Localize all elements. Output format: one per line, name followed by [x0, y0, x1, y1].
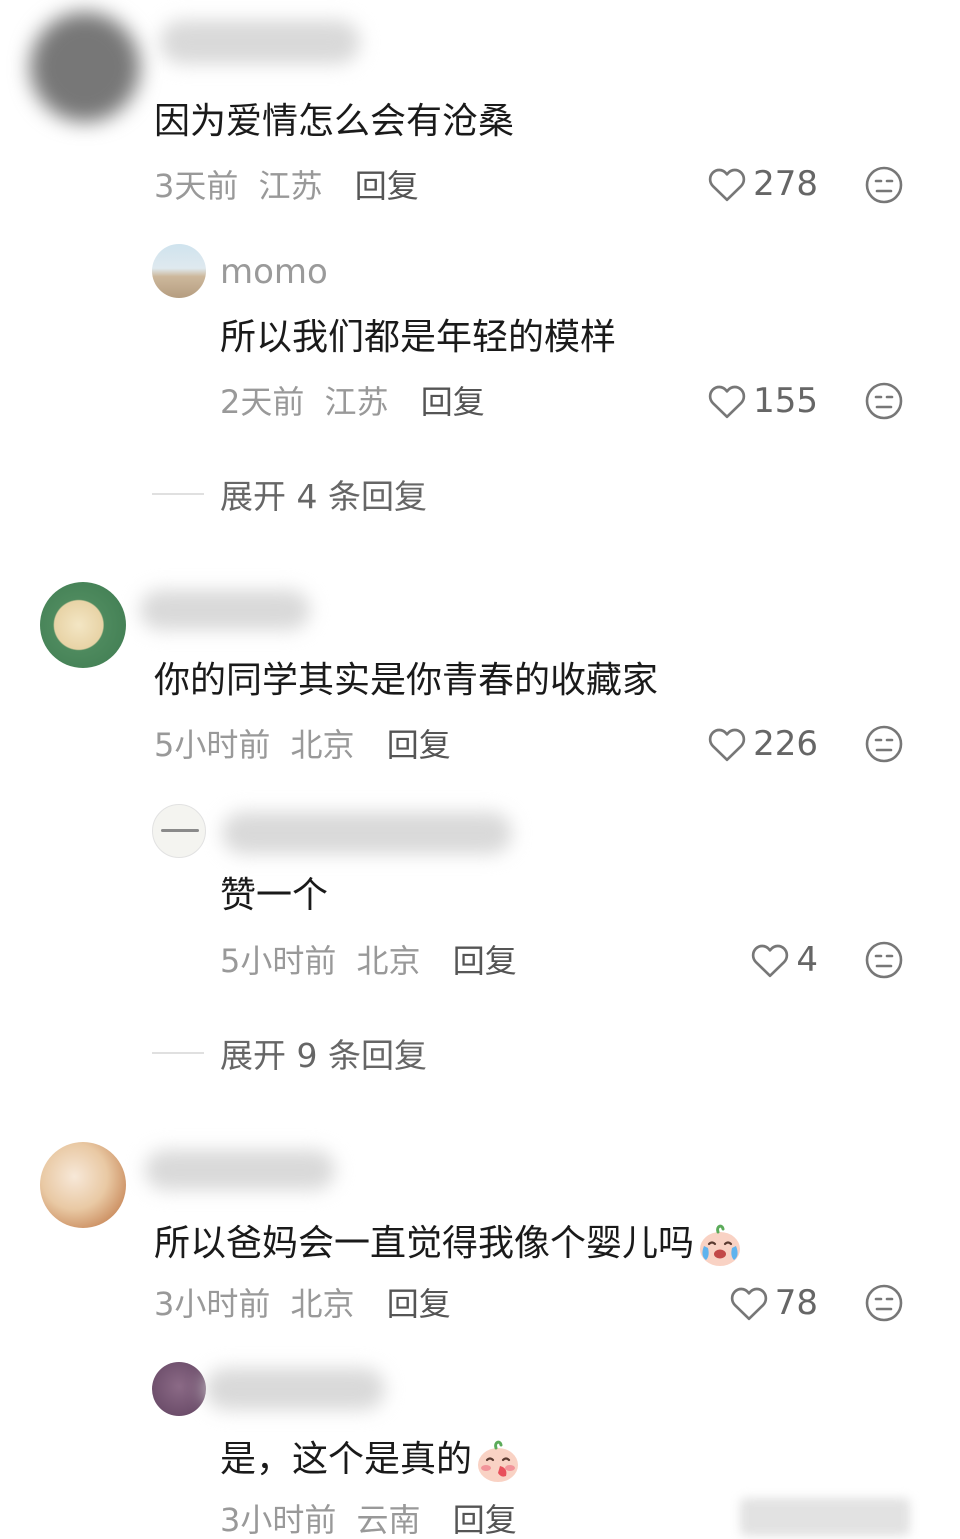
comment-text: 你的同学其实是你青春的收藏家	[154, 660, 659, 701]
reply-avatar[interactable]	[152, 1362, 206, 1416]
divider	[152, 1052, 204, 1054]
crying-baby-emoji	[700, 1224, 741, 1266]
comment-meta: 5小时前 北京 回复	[154, 729, 451, 761]
avatar-scribble	[161, 829, 199, 832]
reply-time: 2天前	[220, 383, 305, 421]
like-count: 155	[753, 381, 818, 421]
like-count: 4	[796, 940, 818, 980]
avatar[interactable]	[40, 582, 126, 668]
blushing-baby-emoji	[478, 1440, 519, 1482]
reply-button[interactable]: 回复	[387, 726, 451, 764]
like-button[interactable]: 155	[678, 381, 818, 421]
username-blurred[interactable]	[205, 1368, 385, 1410]
comment-text: 因为爱情怎么会有沧桑	[154, 101, 515, 142]
reply-button[interactable]: 回复	[453, 1501, 517, 1539]
comment-location: 北京	[290, 1285, 355, 1323]
comment-time: 3小时前	[154, 1285, 271, 1323]
reply-button[interactable]: 回复	[355, 167, 419, 205]
watermark-logo	[740, 1498, 910, 1536]
comment-text: 所以爸妈会一直觉得我像个婴儿吗	[154, 1222, 744, 1268]
reply-avatar[interactable]	[152, 244, 206, 298]
reply-location: 北京	[356, 942, 421, 980]
reply-text: 是，这个是真的	[220, 1438, 522, 1484]
like-button[interactable]: 278	[678, 164, 818, 204]
neutral-face-icon[interactable]	[864, 381, 904, 421]
reply-button[interactable]: 回复	[453, 942, 517, 980]
comment-time: 5小时前	[154, 726, 271, 764]
like-count: 226	[753, 724, 818, 764]
reply-time: 3小时前	[220, 1501, 337, 1539]
reply-meta: 3小时前 云南 回复	[220, 1504, 517, 1536]
expand-replies-button[interactable]: 展开 4 条回复	[152, 470, 427, 518]
expand-replies-label: 展开 4 条回复	[220, 477, 427, 516]
like-button[interactable]: 78	[678, 1283, 818, 1323]
neutral-face-icon[interactable]	[864, 940, 904, 980]
reply-username[interactable]: momo	[220, 255, 328, 289]
heart-outline-icon	[708, 168, 746, 202]
avatar[interactable]	[40, 1142, 126, 1228]
username-blurred[interactable]	[140, 590, 310, 630]
comment-location: 江苏	[258, 167, 323, 205]
reply-meta: 2天前 江苏 回复	[220, 386, 485, 418]
comment-location: 北京	[290, 726, 355, 764]
reply-button[interactable]: 回复	[387, 1285, 451, 1323]
username-blurred[interactable]	[222, 812, 512, 854]
like-count: 78	[774, 1283, 818, 1323]
divider	[152, 493, 204, 495]
expand-replies-label: 展开 9 条回复	[220, 1036, 427, 1075]
reply-avatar[interactable]	[152, 804, 206, 858]
heart-outline-icon	[752, 944, 789, 978]
username-blurred[interactable]	[160, 20, 360, 64]
reply-button[interactable]: 回复	[421, 383, 485, 421]
like-button[interactable]: 4	[678, 940, 818, 980]
reply-text-content: 是，这个是真的	[220, 1439, 473, 1480]
reply-location: 云南	[356, 1501, 421, 1539]
neutral-face-icon[interactable]	[864, 724, 904, 764]
comment-text-content: 所以爸妈会一直觉得我像个婴儿吗	[154, 1223, 695, 1264]
reply-text: 赞一个	[220, 875, 329, 916]
neutral-face-icon[interactable]	[864, 165, 904, 205]
like-button[interactable]: 226	[678, 724, 818, 764]
neutral-face-icon[interactable]	[864, 1283, 904, 1323]
comment-meta: 3小时前 北京 回复	[154, 1288, 451, 1320]
comment-time: 3天前	[154, 167, 239, 205]
avatar[interactable]	[30, 12, 140, 122]
reply-text: 所以我们都是年轻的模样	[220, 317, 617, 358]
expand-replies-button[interactable]: 展开 9 条回复	[152, 1029, 427, 1077]
reply-meta: 5小时前 北京 回复	[220, 945, 517, 977]
like-count: 278	[753, 164, 818, 204]
heart-outline-icon	[730, 1287, 767, 1321]
heart-outline-icon	[708, 728, 746, 762]
reply-location: 江苏	[324, 383, 389, 421]
heart-outline-icon	[708, 385, 746, 419]
reply-time: 5小时前	[220, 942, 337, 980]
comment-meta: 3天前 江苏 回复	[154, 170, 419, 202]
username-blurred[interactable]	[145, 1150, 335, 1190]
